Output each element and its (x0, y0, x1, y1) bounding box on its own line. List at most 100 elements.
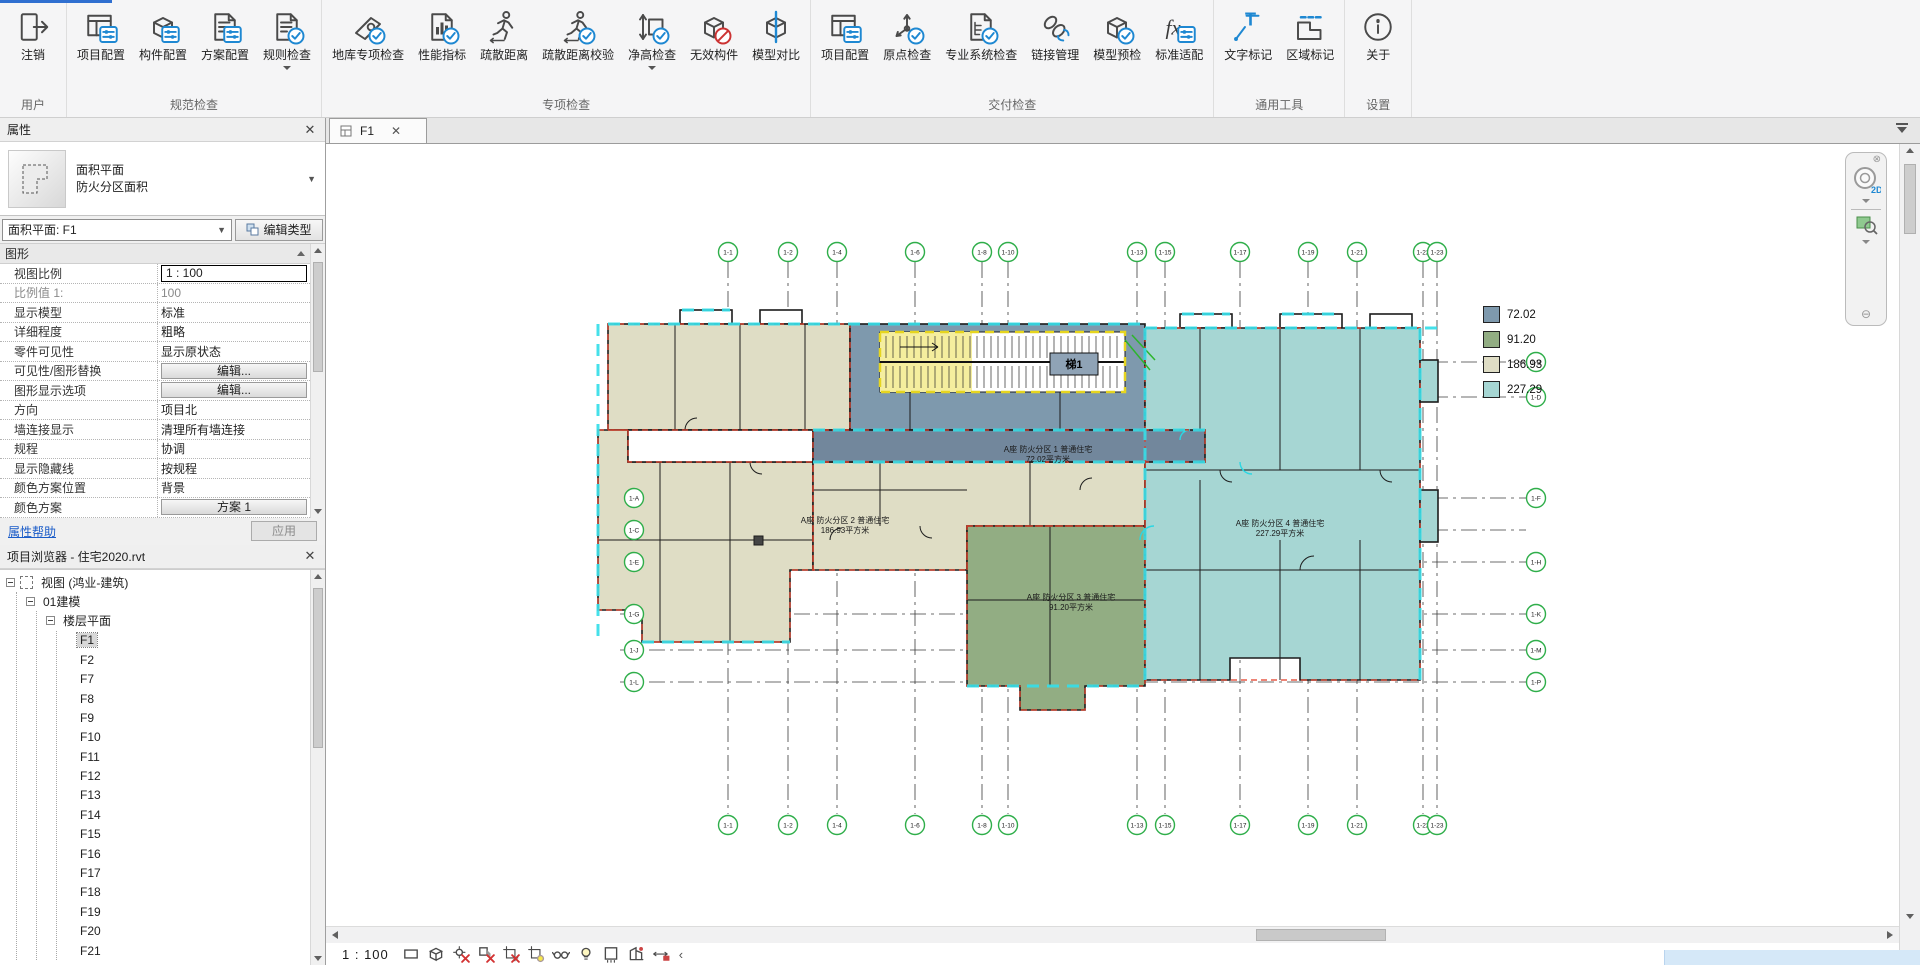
floor-plan[interactable]: 梯1 (580, 240, 1620, 860)
drawing-view[interactable]: 梯1 (326, 144, 1899, 965)
close-icon[interactable]: ✕ (302, 122, 318, 138)
ribbon-button-component-config[interactable]: 构件配置 (132, 7, 194, 64)
scroll-left-icon[interactable] (332, 931, 338, 939)
property-value[interactable]: 显示原状态 (161, 343, 221, 360)
property-value[interactable]: 协调 (161, 440, 185, 457)
ribbon-button-window-config[interactable]: 项目配置 (70, 7, 132, 64)
property-value[interactable]: 清理所有墙连接 (161, 421, 245, 438)
scroll-up-icon[interactable] (1906, 148, 1914, 153)
ribbon-button-model-precheck[interactable]: 模型预检 (1086, 7, 1148, 64)
scroll-up-icon[interactable] (314, 574, 322, 579)
instance-selector-combo[interactable]: 面积平面: F1 ▼ (2, 219, 232, 241)
tree-item-f12[interactable]: F12 (77, 766, 310, 785)
scroll-up-icon[interactable] (314, 248, 322, 253)
viewbar-collapse-icon[interactable]: ‹ (679, 947, 683, 962)
temporary-view-properties-icon[interactable] (602, 945, 620, 963)
visual-style-icon[interactable] (427, 945, 445, 963)
tree-item-f11[interactable]: F11 (77, 747, 310, 766)
scrollbar-thumb[interactable] (313, 588, 323, 748)
scrollbar-thumb[interactable] (313, 262, 323, 372)
ribbon-button-rule-check[interactable]: 规则检查 (256, 7, 318, 72)
close-icon[interactable]: ✕ (302, 548, 318, 564)
apply-button[interactable]: 应用 (251, 521, 317, 541)
ribbon-button-link-manage[interactable]: 链接管理 (1024, 7, 1086, 64)
tree-node-floor-plans[interactable]: 楼层平面 (46, 611, 310, 630)
section-header-graphics[interactable]: 图形 (0, 244, 310, 264)
edit-type-button[interactable]: 编辑类型 (235, 219, 323, 241)
chevron-down-icon[interactable] (283, 66, 291, 70)
ribbon-button-project-config[interactable]: 项目配置 (814, 7, 876, 64)
tree-item-f2[interactable]: F2 (77, 650, 310, 669)
tree-node-01jianmo[interactable]: 01建模 (26, 592, 310, 611)
tree-item-f13[interactable]: F13 (77, 786, 310, 805)
ribbon-button-invalid-component[interactable]: 无效构件 (683, 7, 745, 64)
ribbon-collapse-button[interactable] (1896, 123, 1908, 133)
property-value[interactable]: 100 (161, 286, 181, 300)
tree-item-f8[interactable]: F8 (77, 689, 310, 708)
property-value[interactable]: 粗略 (161, 323, 185, 340)
tree-item-f15[interactable]: F15 (77, 825, 310, 844)
chevron-down-icon[interactable] (648, 66, 656, 70)
tree-item-f21[interactable]: F21 (77, 941, 310, 960)
property-value-button[interactable]: 方案 1 (161, 499, 307, 515)
scrollbar-thumb[interactable] (1256, 929, 1386, 941)
navigation-bar[interactable]: ⊗ 2D ⊖ (1845, 152, 1887, 326)
tree-item-f16[interactable]: F16 (77, 844, 310, 863)
property-value-button[interactable]: 编辑... (161, 363, 307, 379)
collapse-node-icon[interactable] (6, 578, 15, 587)
sun-path-off-icon[interactable] (452, 945, 470, 963)
ribbon-button-garage-check[interactable]: 地库专项检查 (325, 7, 411, 64)
properties-help-link[interactable]: 属性帮助 (8, 523, 56, 540)
tree-item-f7[interactable]: F7 (77, 669, 310, 688)
tree-item-f20[interactable]: F20 (77, 922, 310, 941)
tree-item-f17[interactable]: F17 (77, 863, 310, 882)
close-tab-icon[interactable]: ✕ (391, 124, 401, 138)
show-analytical-model-icon[interactable] (627, 945, 645, 963)
tree-item-f10[interactable]: F10 (77, 728, 310, 747)
collapse-section-icon[interactable] (297, 251, 305, 256)
show-crop-region-icon[interactable] (527, 945, 545, 963)
property-value-button[interactable]: 编辑... (161, 382, 307, 398)
reveal-constraints-icon[interactable] (652, 945, 670, 963)
detail-level-icon[interactable] (402, 945, 420, 963)
property-value-combo[interactable]: 1 : 100 (161, 265, 307, 282)
ribbon-button-clear-height-check[interactable]: 净高检查 (621, 7, 683, 72)
chevron-down-icon[interactable]: ▼ (307, 174, 316, 184)
zoom-dropdown-icon[interactable] (1862, 240, 1870, 244)
ribbon-button-logout[interactable]: 注销 (3, 7, 63, 64)
ribbon-button-evac-distance[interactable]: 疏散距离 (473, 7, 535, 64)
property-value[interactable]: 背景 (161, 479, 185, 496)
view-tab-f1[interactable]: F1 ✕ (329, 118, 427, 143)
collapse-node-icon[interactable] (26, 597, 35, 606)
zoom-region-icon[interactable] (1854, 212, 1878, 236)
navbar-minimize-icon[interactable]: ⊖ (1861, 307, 1871, 321)
shadows-off-icon[interactable] (477, 945, 495, 963)
ribbon-button-text-tag[interactable]: T文字标记 (1217, 7, 1279, 64)
collapse-node-icon[interactable] (46, 616, 55, 625)
browser-scrollbar[interactable] (310, 570, 325, 965)
tree-item-f14[interactable]: F14 (77, 805, 310, 824)
ribbon-button-evac-distance-verify[interactable]: 疏散距离校验 (535, 7, 621, 64)
property-value[interactable]: 标准 (161, 304, 185, 321)
scrollbar-thumb[interactable] (1904, 164, 1916, 234)
ribbon-button-model-compare[interactable]: 模型对比 (745, 7, 807, 64)
scroll-right-icon[interactable] (1887, 931, 1893, 939)
temporary-hide-isolate-icon[interactable] (552, 945, 570, 963)
tree-item-f19[interactable]: F19 (77, 902, 310, 921)
scroll-down-icon[interactable] (314, 509, 322, 514)
navbar-dropdown-icon[interactable] (1862, 199, 1870, 203)
type-selector[interactable]: 面积平面 防火分区面积 ▼ (0, 142, 325, 216)
tree-item-f9[interactable]: F9 (77, 708, 310, 727)
ribbon-button-standard-adapt[interactable]: fx标准适配 (1148, 7, 1210, 64)
reveal-hidden-elements-icon[interactable] (577, 945, 595, 963)
properties-scrollbar[interactable] (310, 244, 325, 518)
vertical-scrollbar[interactable] (1899, 144, 1920, 965)
close-navbar-icon[interactable]: ⊗ (1873, 155, 1881, 165)
property-value[interactable]: 项目北 (161, 401, 197, 418)
ribbon-button-performance-index[interactable]: 性能指标 (411, 7, 473, 64)
property-value[interactable]: 按规程 (161, 460, 197, 477)
tree-root-views[interactable]: 视图 (鸿业-建筑) (6, 573, 310, 592)
ribbon-button-origin-check[interactable]: 原点检查 (876, 7, 938, 64)
steering-wheel-2d-icon[interactable]: 2D (1851, 165, 1881, 195)
ribbon-button-plan-config[interactable]: 方案配置 (194, 7, 256, 64)
